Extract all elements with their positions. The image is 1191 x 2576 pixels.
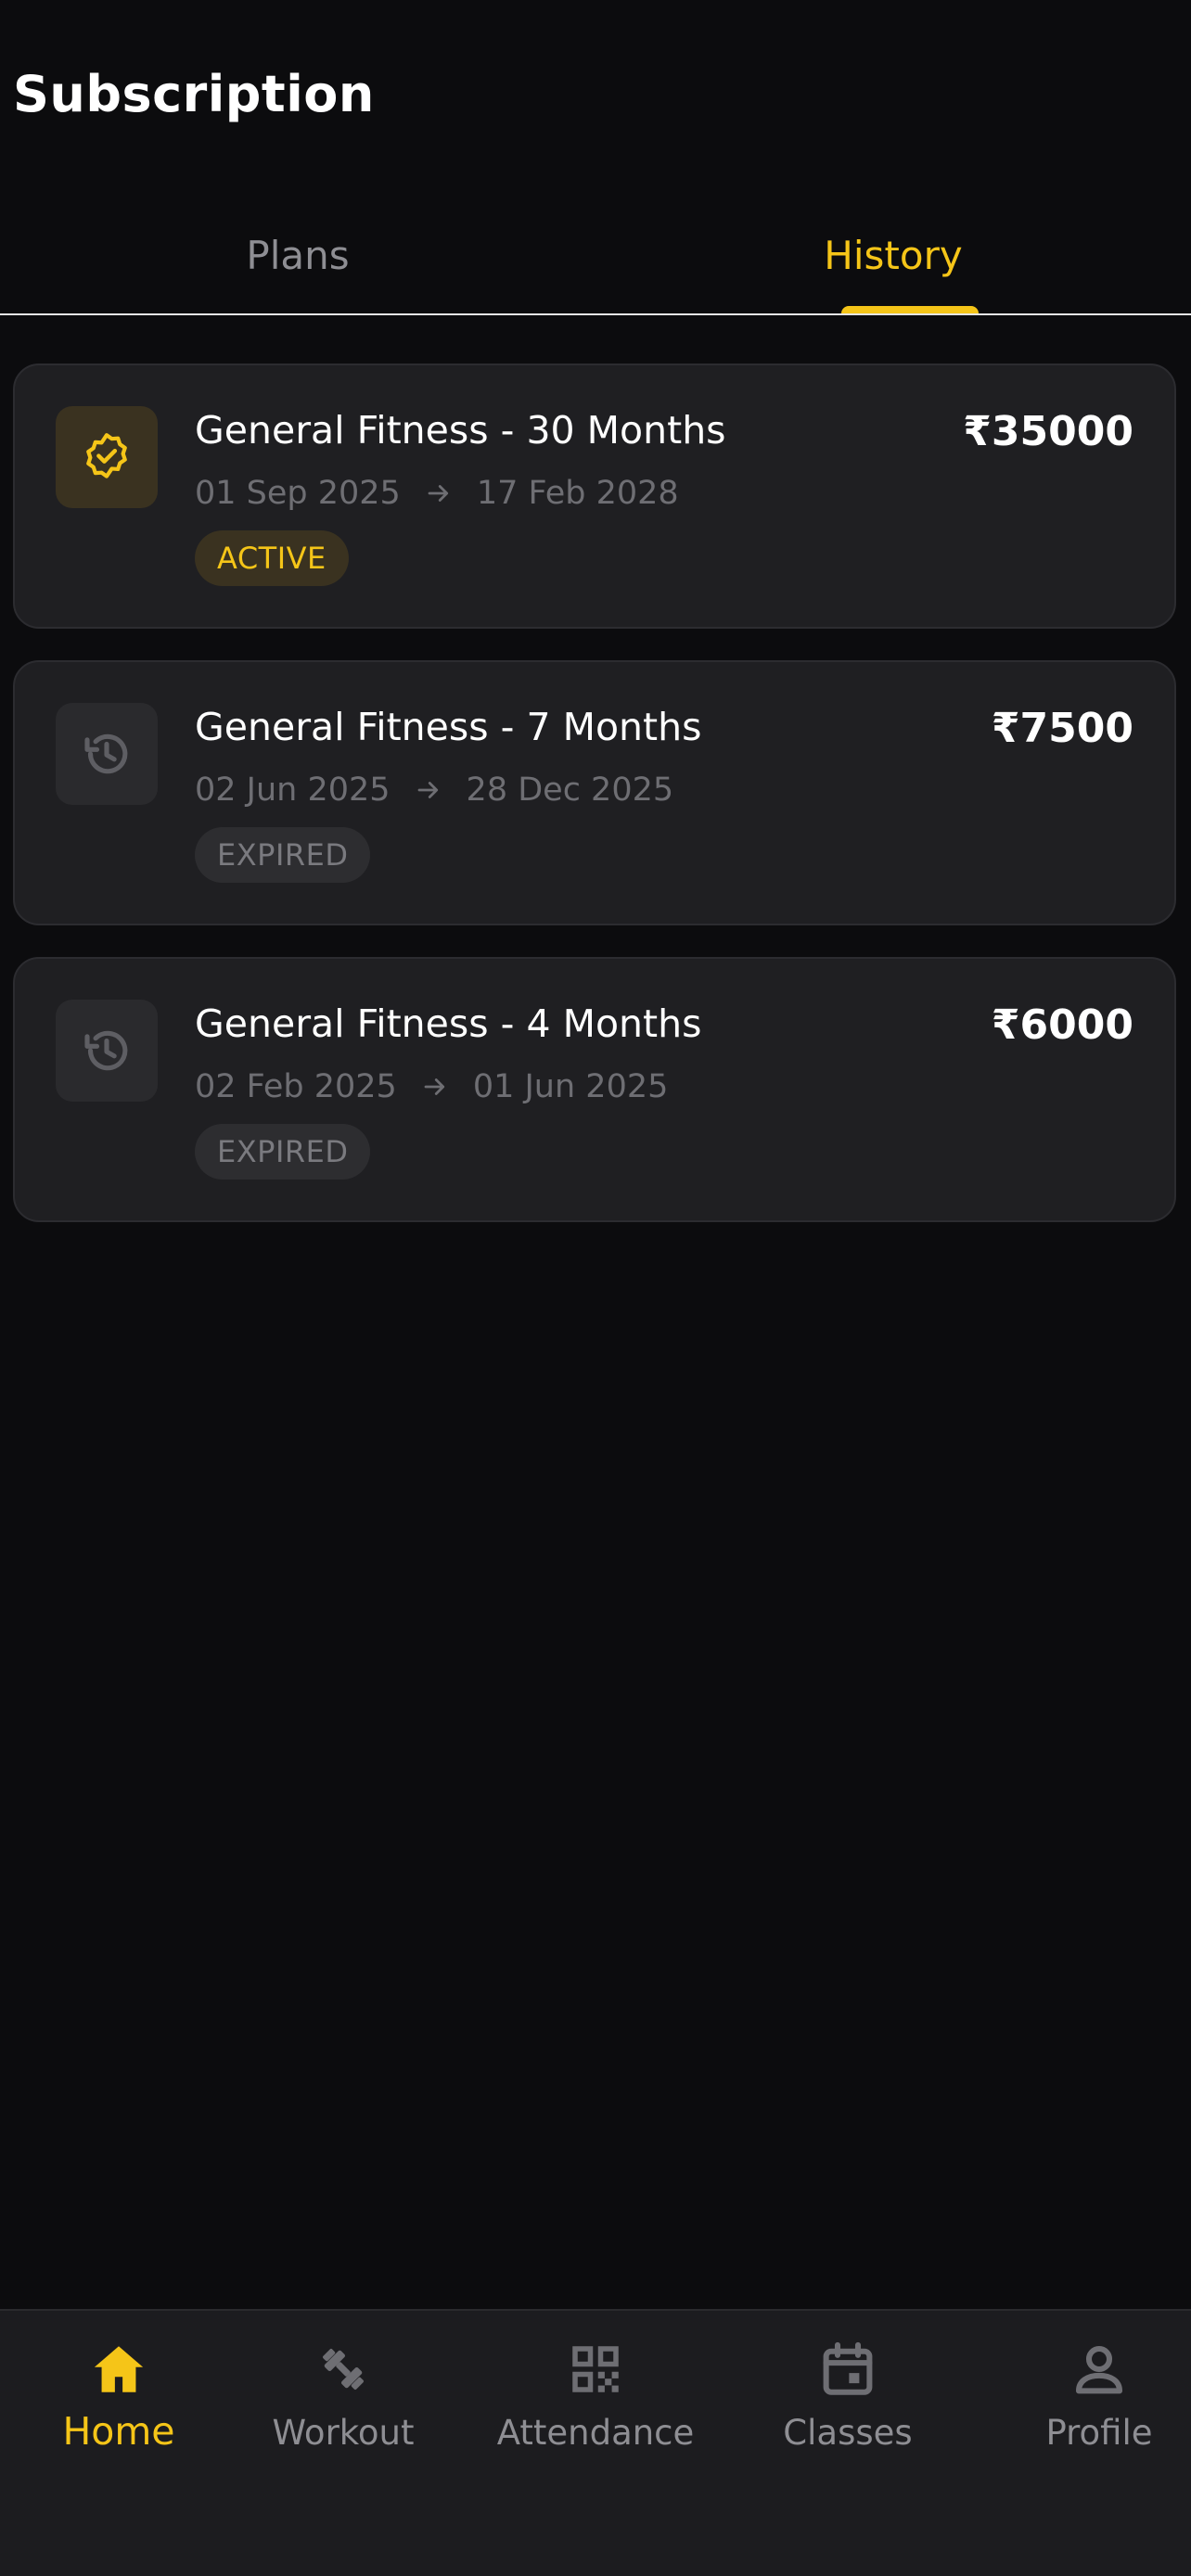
plan-price: ₹6000 [991, 1001, 1133, 1049]
nav-item-workout[interactable]: Workout [224, 2311, 462, 2496]
nav-item-profile[interactable]: Profile [981, 2311, 1191, 2496]
tab-plans[interactable]: Plans [0, 204, 596, 306]
home-icon [88, 2337, 149, 2402]
calendar-icon [817, 2337, 878, 2402]
plan-dates: 02 Feb 2025 01 Jun 2025 [195, 1068, 668, 1105]
page-title: Subscription [13, 65, 375, 123]
tab-history[interactable]: History [596, 204, 1191, 306]
plan-name: General Fitness - 30 Months [195, 408, 726, 453]
subscription-card[interactable]: General Fitness - 30 Months ₹35000 01 Se… [13, 363, 1176, 629]
arrow-right-icon [421, 1073, 449, 1101]
person-icon [1069, 2337, 1130, 2402]
verified-badge-icon [56, 406, 158, 508]
bottom-navigation: Home Workout Attendance Classes Profile [0, 2309, 1191, 2576]
subscription-card[interactable]: General Fitness - 7 Months ₹7500 02 Jun … [13, 660, 1176, 925]
plan-price: ₹7500 [991, 705, 1133, 752]
status-badge: EXPIRED [195, 827, 371, 883]
arrow-right-icon [425, 479, 453, 507]
dumbbell-icon [313, 2337, 374, 2402]
nav-label: Profile [1045, 2413, 1153, 2453]
plan-name: General Fitness - 7 Months [195, 705, 702, 749]
status-badge: EXPIRED [195, 1124, 371, 1180]
arrow-right-icon [415, 776, 442, 804]
end-date: 17 Feb 2028 [476, 475, 679, 512]
nav-item-classes[interactable]: Classes [729, 2311, 967, 2496]
nav-label: Attendance [496, 2413, 695, 2453]
start-date: 01 Sep 2025 [195, 475, 401, 512]
plan-dates: 02 Jun 2025 28 Dec 2025 [195, 772, 673, 809]
nav-label: Workout [272, 2413, 415, 2453]
nav-label: Home [62, 2409, 175, 2454]
plan-price: ₹35000 [963, 408, 1133, 455]
plan-dates: 01 Sep 2025 17 Feb 2028 [195, 475, 679, 512]
nav-item-attendance[interactable]: Attendance [477, 2311, 714, 2496]
nav-item-home[interactable]: Home [0, 2311, 237, 2496]
status-badge: ACTIVE [195, 530, 349, 586]
qr-code-icon [565, 2337, 626, 2402]
end-date: 01 Jun 2025 [472, 1068, 669, 1105]
history-icon [56, 1000, 158, 1102]
nav-label: Classes [783, 2413, 913, 2453]
start-date: 02 Jun 2025 [195, 772, 391, 809]
tab-bar: Plans History [0, 204, 1191, 315]
tabs-divider [0, 313, 1191, 315]
end-date: 28 Dec 2025 [466, 772, 674, 809]
plan-name: General Fitness - 4 Months [195, 1001, 702, 1046]
history-icon [56, 703, 158, 805]
start-date: 02 Feb 2025 [195, 1068, 397, 1105]
subscription-card[interactable]: General Fitness - 4 Months ₹6000 02 Feb … [13, 957, 1176, 1222]
